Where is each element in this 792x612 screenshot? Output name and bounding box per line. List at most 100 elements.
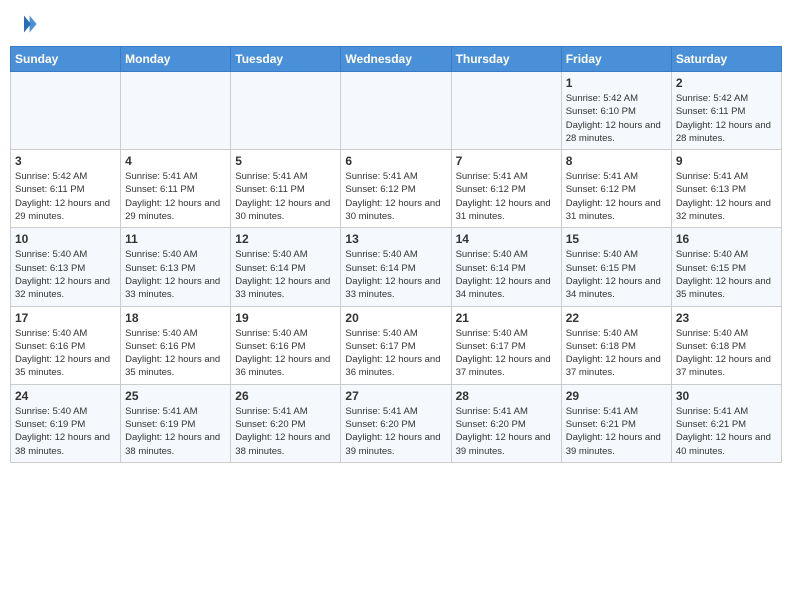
calendar-cell: 28 Sunrise: 5:41 AM Sunset: 6:20 PM Dayli… [451, 384, 561, 462]
day-number: 11 [125, 232, 226, 246]
calendar-cell: 27 Sunrise: 5:41 AM Sunset: 6:20 PM Dayli… [341, 384, 451, 462]
calendar-week-row: 10 Sunrise: 5:40 AM Sunset: 6:13 PM Dayli… [11, 228, 782, 306]
calendar-cell: 13 Sunrise: 5:40 AM Sunset: 6:14 PM Dayli… [341, 228, 451, 306]
day-number: 27 [345, 389, 446, 403]
day-number: 28 [456, 389, 557, 403]
calendar-body: 1 Sunrise: 5:42 AM Sunset: 6:10 PM Daylig… [11, 72, 782, 463]
calendar-cell: 15 Sunrise: 5:40 AM Sunset: 6:15 PM Dayli… [561, 228, 671, 306]
calendar-cell [341, 72, 451, 150]
day-number: 21 [456, 311, 557, 325]
day-info: Sunrise: 5:41 AM Sunset: 6:11 PM Dayligh… [125, 170, 226, 223]
calendar-cell: 1 Sunrise: 5:42 AM Sunset: 6:10 PM Daylig… [561, 72, 671, 150]
weekday-header: Friday [561, 47, 671, 72]
calendar-cell: 26 Sunrise: 5:41 AM Sunset: 6:20 PM Dayli… [231, 384, 341, 462]
calendar-cell: 25 Sunrise: 5:41 AM Sunset: 6:19 PM Dayli… [121, 384, 231, 462]
day-number: 18 [125, 311, 226, 325]
calendar-cell [11, 72, 121, 150]
day-info: Sunrise: 5:40 AM Sunset: 6:16 PM Dayligh… [235, 327, 336, 380]
calendar-cell: 10Sunrise: 5:40 AM Sunset: 6:13 PM Dayli… [11, 228, 121, 306]
day-info: Sunrise: 5:42 AM Sunset: 6:11 PM Dayligh… [676, 92, 777, 145]
day-number: 8 [566, 154, 667, 168]
day-number: 20 [345, 311, 446, 325]
day-info: Sunrise: 5:40 AM Sunset: 6:15 PM Dayligh… [566, 248, 667, 301]
day-number: 14 [456, 232, 557, 246]
calendar-cell [121, 72, 231, 150]
calendar-cell: 6 Sunrise: 5:41 AM Sunset: 6:12 PM Daylig… [341, 150, 451, 228]
day-info: Sunrise: 5:41 AM Sunset: 6:19 PM Dayligh… [125, 405, 226, 458]
day-number: 24 [15, 389, 116, 403]
day-number: 7 [456, 154, 557, 168]
calendar-cell: 24 Sunrise: 5:40 AM Sunset: 6:19 PM Dayli… [11, 384, 121, 462]
weekday-header: Thursday [451, 47, 561, 72]
calendar-header-row: SundayMondayTuesdayWednesdayThursdayFrid… [11, 47, 782, 72]
day-info: Sunrise: 5:41 AM Sunset: 6:12 PM Dayligh… [456, 170, 557, 223]
day-info: Sunrise: 5:41 AM Sunset: 6:12 PM Dayligh… [345, 170, 446, 223]
calendar-week-row: 1 Sunrise: 5:42 AM Sunset: 6:10 PM Daylig… [11, 72, 782, 150]
day-info: Sunrise: 5:40 AM Sunset: 6:19 PM Dayligh… [15, 405, 116, 458]
calendar-week-row: 17 Sunrise: 5:40 AM Sunset: 6:16 PM Dayli… [11, 306, 782, 384]
calendar-cell: 9Sunrise: 5:41 AM Sunset: 6:13 PM Daylig… [671, 150, 781, 228]
calendar-week-row: 3 Sunrise: 5:42 AM Sunset: 6:11 PM Daylig… [11, 150, 782, 228]
day-info: Sunrise: 5:40 AM Sunset: 6:17 PM Dayligh… [456, 327, 557, 380]
logo [10, 10, 42, 38]
day-number: 23 [676, 311, 777, 325]
day-number: 17 [15, 311, 116, 325]
day-info: Sunrise: 5:40 AM Sunset: 6:18 PM Dayligh… [566, 327, 667, 380]
day-info: Sunrise: 5:40 AM Sunset: 6:13 PM Dayligh… [125, 248, 226, 301]
day-info: Sunrise: 5:42 AM Sunset: 6:11 PM Dayligh… [15, 170, 116, 223]
day-number: 12 [235, 232, 336, 246]
day-number: 3 [15, 154, 116, 168]
logo-icon [10, 10, 38, 38]
calendar-cell: 8 Sunrise: 5:41 AM Sunset: 6:12 PM Daylig… [561, 150, 671, 228]
calendar-cell: 18 Sunrise: 5:40 AM Sunset: 6:16 PM Dayli… [121, 306, 231, 384]
calendar-table: SundayMondayTuesdayWednesdayThursdayFrid… [10, 46, 782, 463]
calendar-cell: 30Sunrise: 5:41 AM Sunset: 6:21 PM Dayli… [671, 384, 781, 462]
day-number: 16 [676, 232, 777, 246]
day-info: Sunrise: 5:40 AM Sunset: 6:16 PM Dayligh… [15, 327, 116, 380]
calendar-cell: 22 Sunrise: 5:40 AM Sunset: 6:18 PM Dayli… [561, 306, 671, 384]
calendar-cell: 4Sunrise: 5:41 AM Sunset: 6:11 PM Daylig… [121, 150, 231, 228]
day-number: 22 [566, 311, 667, 325]
day-number: 6 [345, 154, 446, 168]
day-number: 29 [566, 389, 667, 403]
weekday-header: Monday [121, 47, 231, 72]
day-number: 13 [345, 232, 446, 246]
calendar-cell: 14 Sunrise: 5:40 AM Sunset: 6:14 PM Dayli… [451, 228, 561, 306]
calendar-cell: 23 Sunrise: 5:40 AM Sunset: 6:18 PM Dayli… [671, 306, 781, 384]
calendar-cell [451, 72, 561, 150]
weekday-header: Tuesday [231, 47, 341, 72]
page-header [10, 10, 782, 38]
day-info: Sunrise: 5:40 AM Sunset: 6:18 PM Dayligh… [676, 327, 777, 380]
calendar-cell: 12Sunrise: 5:40 AM Sunset: 6:14 PM Dayli… [231, 228, 341, 306]
day-info: Sunrise: 5:41 AM Sunset: 6:12 PM Dayligh… [566, 170, 667, 223]
calendar-cell: 16 Sunrise: 5:40 AM Sunset: 6:15 PM Dayli… [671, 228, 781, 306]
weekday-header: Wednesday [341, 47, 451, 72]
day-number: 25 [125, 389, 226, 403]
day-info: Sunrise: 5:41 AM Sunset: 6:20 PM Dayligh… [235, 405, 336, 458]
day-info: Sunrise: 5:42 AM Sunset: 6:10 PM Dayligh… [566, 92, 667, 145]
calendar-cell: 11 Sunrise: 5:40 AM Sunset: 6:13 PM Dayli… [121, 228, 231, 306]
calendar-cell: 5Sunrise: 5:41 AM Sunset: 6:11 PM Daylig… [231, 150, 341, 228]
day-number: 26 [235, 389, 336, 403]
day-number: 10 [15, 232, 116, 246]
day-info: Sunrise: 5:40 AM Sunset: 6:16 PM Dayligh… [125, 327, 226, 380]
day-info: Sunrise: 5:40 AM Sunset: 6:14 PM Dayligh… [345, 248, 446, 301]
day-number: 30 [676, 389, 777, 403]
day-info: Sunrise: 5:41 AM Sunset: 6:20 PM Dayligh… [456, 405, 557, 458]
day-info: Sunrise: 5:40 AM Sunset: 6:17 PM Dayligh… [345, 327, 446, 380]
day-number: 15 [566, 232, 667, 246]
day-number: 19 [235, 311, 336, 325]
day-info: Sunrise: 5:40 AM Sunset: 6:14 PM Dayligh… [456, 248, 557, 301]
calendar-cell: 21 Sunrise: 5:40 AM Sunset: 6:17 PM Dayli… [451, 306, 561, 384]
weekday-header: Saturday [671, 47, 781, 72]
day-number: 1 [566, 76, 667, 90]
calendar-cell: 7 Sunrise: 5:41 AM Sunset: 6:12 PM Daylig… [451, 150, 561, 228]
calendar-cell [231, 72, 341, 150]
calendar-cell: 2Sunrise: 5:42 AM Sunset: 6:11 PM Daylig… [671, 72, 781, 150]
calendar-cell: 3 Sunrise: 5:42 AM Sunset: 6:11 PM Daylig… [11, 150, 121, 228]
weekday-header: Sunday [11, 47, 121, 72]
day-number: 9 [676, 154, 777, 168]
day-info: Sunrise: 5:40 AM Sunset: 6:15 PM Dayligh… [676, 248, 777, 301]
day-info: Sunrise: 5:41 AM Sunset: 6:20 PM Dayligh… [345, 405, 446, 458]
calendar-cell: 17 Sunrise: 5:40 AM Sunset: 6:16 PM Dayli… [11, 306, 121, 384]
